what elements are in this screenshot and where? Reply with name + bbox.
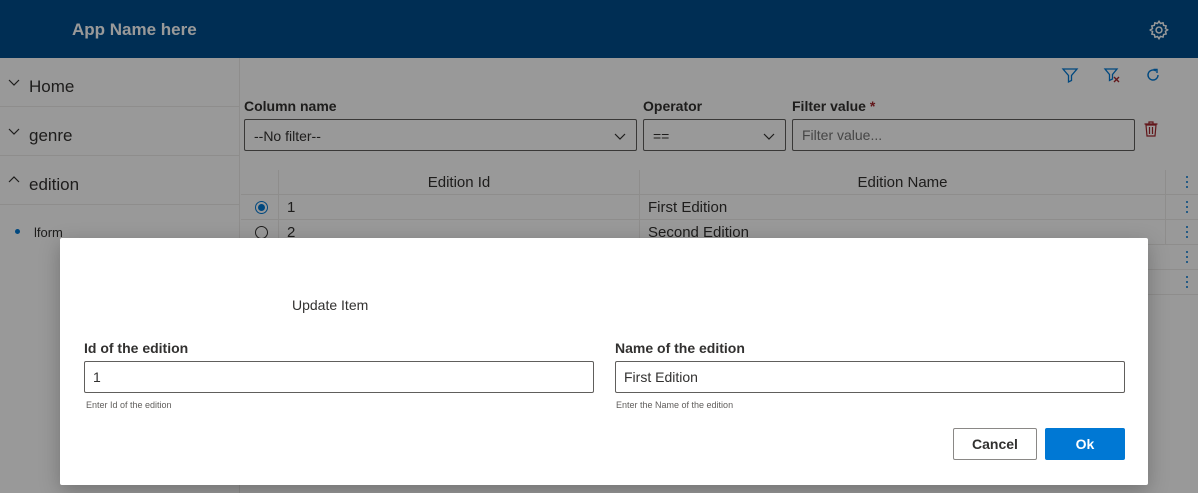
cancel-button[interactable]: Cancel — [953, 428, 1037, 460]
ok-button[interactable]: Ok — [1045, 428, 1125, 460]
edition-id-label: Id of the edition — [84, 340, 189, 356]
edition-name-input[interactable] — [615, 361, 1125, 393]
edition-id-hint: Enter Id of the edition — [86, 400, 172, 410]
dialog-title: Update Item — [292, 297, 369, 313]
edition-id-input[interactable] — [84, 361, 594, 393]
edition-name-hint: Enter the Name of the edition — [616, 400, 734, 410]
edition-name-label: Name of the edition — [615, 340, 745, 356]
update-item-dialog: Update Item Id of the edition Enter Id o… — [60, 238, 1148, 485]
